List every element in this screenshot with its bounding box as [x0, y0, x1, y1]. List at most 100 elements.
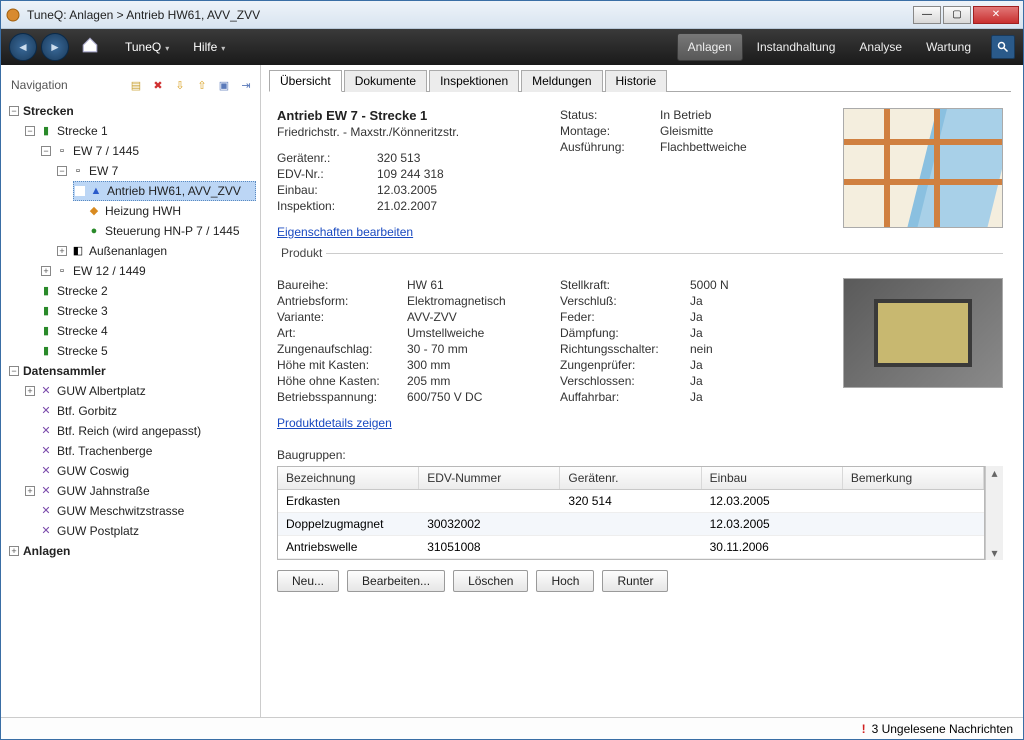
- chevron-down-icon: ▾: [221, 44, 225, 53]
- tree-item[interactable]: ◆Heizung HWH: [9, 201, 256, 221]
- col-bemerkung[interactable]: Bemerkung: [843, 467, 984, 489]
- tree-item[interactable]: ✕GUW Coswig: [9, 461, 256, 481]
- hoch-button[interactable]: Hoch: [536, 570, 594, 592]
- col-bezeichnung[interactable]: Bezeichnung: [278, 467, 419, 489]
- kv-row: Auffahrbar:Ja: [560, 390, 823, 404]
- tree-group-anlagen[interactable]: +Anlagen: [9, 541, 256, 561]
- nav-tree: −Strecken −▮Strecke 1 −▫EW 7 / 1445 −▫EW…: [9, 101, 256, 561]
- tree-item[interactable]: ▮Strecke 5: [9, 341, 256, 361]
- tool-copy-icon[interactable]: ▣: [216, 77, 232, 93]
- tree-item[interactable]: −▫EW 7 / 1445: [9, 141, 256, 161]
- col-einbau[interactable]: Einbau: [702, 467, 843, 489]
- table-row[interactable]: Erdkasten320 51412.03.2005: [278, 490, 984, 513]
- kv-row: Ausführung:Flachbettweiche: [560, 140, 827, 154]
- tab-inspektionen[interactable]: Inspektionen: [429, 70, 519, 92]
- back-button[interactable]: ◄: [9, 33, 37, 61]
- nav-wartung[interactable]: Wartung: [916, 34, 981, 60]
- tool-down-icon[interactable]: ⇩: [172, 77, 188, 93]
- window-title: TuneQ: Anlagen > Antrieb HW61, AVV_ZVV: [27, 8, 913, 22]
- nav-anlagen[interactable]: Anlagen: [677, 33, 743, 61]
- app-icon: [5, 7, 21, 23]
- tree-item[interactable]: ▮Strecke 4: [9, 321, 256, 341]
- tree-item[interactable]: +✕GUW Jahnstraße: [9, 481, 256, 501]
- tree-item[interactable]: −▫EW 7: [9, 161, 256, 181]
- tree-group-strecken[interactable]: −Strecken: [9, 101, 256, 121]
- minimize-button[interactable]: —: [913, 6, 941, 24]
- tree-group-datensammler[interactable]: −Datensammler: [9, 361, 256, 381]
- kv-row: Antriebsform:Elektromagnetisch: [277, 294, 540, 308]
- tree-item[interactable]: ✕Btf. Reich (wird angepasst): [9, 421, 256, 441]
- table-row[interactable]: Antriebswelle3105100830.11.2006: [278, 536, 984, 559]
- tree-item[interactable]: ✕GUW Postplatz: [9, 521, 256, 541]
- tab-uebersicht[interactable]: Übersicht: [269, 70, 342, 92]
- kv-row: Art:Umstellweiche: [277, 326, 540, 340]
- menu-hilfe[interactable]: Hilfe▾: [183, 36, 235, 58]
- product-details-link[interactable]: Produktdetails zeigen: [277, 416, 392, 430]
- kv-row: Variante:AVV-ZVV: [277, 310, 540, 324]
- nav-analyse[interactable]: Analyse: [849, 34, 912, 60]
- neu-button[interactable]: Neu...: [277, 570, 339, 592]
- unread-messages[interactable]: 3 Ungelesene Nachrichten: [872, 722, 1013, 736]
- kv-row: Dämpfung:Ja: [560, 326, 823, 340]
- map-image: [843, 108, 1003, 228]
- tab-historie[interactable]: Historie: [605, 70, 668, 92]
- kv-row: Zungenaufschlag:30 - 70 mm: [277, 342, 540, 356]
- kv-row: Status:In Betrieb: [560, 108, 827, 122]
- chevron-down-icon: ▾: [165, 44, 169, 53]
- tree-item[interactable]: +✕GUW Albertplatz: [9, 381, 256, 401]
- tool-new-icon[interactable]: ▤: [128, 77, 144, 93]
- loeschen-button[interactable]: Löschen: [453, 570, 528, 592]
- nav-instandhaltung[interactable]: Instandhaltung: [747, 34, 846, 60]
- alert-icon: !: [862, 722, 866, 736]
- tabs: Übersicht Dokumente Inspektionen Meldung…: [269, 69, 1011, 92]
- tab-meldungen[interactable]: Meldungen: [521, 70, 602, 92]
- title-bar: TuneQ: Anlagen > Antrieb HW61, AVV_ZVV —…: [1, 1, 1023, 29]
- maximize-button[interactable]: ▢: [943, 6, 971, 24]
- tool-up-icon[interactable]: ⇧: [194, 77, 210, 93]
- status-bar: ! 3 Ungelesene Nachrichten: [1, 717, 1023, 739]
- menu-tuneq[interactable]: TuneQ▾: [115, 36, 179, 58]
- tree-item[interactable]: ▮Strecke 2: [9, 281, 256, 301]
- kv-row: Montage:Gleismitte: [560, 124, 827, 138]
- kv-row: Verschluß:Ja: [560, 294, 823, 308]
- kv-row: Höhe mit Kasten:300 mm: [277, 358, 540, 372]
- kv-row: EDV-Nr.:109 244 318: [277, 167, 544, 181]
- tool-export-icon[interactable]: ⇥: [238, 77, 254, 93]
- table-row[interactable]: Doppelzugmagnet3003200212.03.2005: [278, 513, 984, 536]
- page-subtitle: Friedrichstr. - Maxstr./Könneritzstr.: [277, 125, 544, 139]
- col-geraetenr[interactable]: Gerätenr.: [560, 467, 701, 489]
- kv-row: Betriebsspannung:600/750 V DC: [277, 390, 540, 404]
- tree-item[interactable]: −▮Strecke 1: [9, 121, 256, 141]
- tree-item[interactable]: ▮Strecke 3: [9, 301, 256, 321]
- forward-button[interactable]: ►: [41, 33, 69, 61]
- kv-row: Baureihe:HW 61: [277, 278, 540, 292]
- table-scrollbar[interactable]: ▴▾: [985, 466, 1003, 560]
- assemblies-table: Bezeichnung EDV-Nummer Gerätenr. Einbau …: [277, 466, 985, 560]
- page-title: Antrieb EW 7 - Strecke 1: [277, 108, 544, 123]
- bearbeiten-button[interactable]: Bearbeiten...: [347, 570, 445, 592]
- kv-row: Richtungsschalter:nein: [560, 342, 823, 356]
- col-edv[interactable]: EDV-Nummer: [419, 467, 560, 489]
- main-panel: Übersicht Dokumente Inspektionen Meldung…: [261, 65, 1023, 717]
- tree-item[interactable]: ✕GUW Meschwitzstrasse: [9, 501, 256, 521]
- tree-item-selected[interactable]: ▲Antrieb HW61, AVV_ZVV: [73, 181, 256, 201]
- kv-row: Verschlossen:Ja: [560, 374, 823, 388]
- search-button[interactable]: [991, 35, 1015, 59]
- product-photo: [843, 278, 1003, 388]
- tree-item[interactable]: ●Steuerung HN-P 7 / 1445: [9, 221, 256, 241]
- close-button[interactable]: ✕: [973, 6, 1019, 24]
- kv-row: Gerätenr.:320 513: [277, 151, 544, 165]
- tree-item[interactable]: ✕Btf. Trachenberge: [9, 441, 256, 461]
- tree-item[interactable]: +▫EW 12 / 1449: [9, 261, 256, 281]
- runter-button[interactable]: Runter: [602, 570, 668, 592]
- tool-delete-icon[interactable]: ✖: [150, 77, 166, 93]
- tree-item[interactable]: ✕Btf. Gorbitz: [9, 401, 256, 421]
- tree-item[interactable]: +◧Außenanlagen: [9, 241, 256, 261]
- tab-dokumente[interactable]: Dokumente: [344, 70, 427, 92]
- kv-row: Höhe ohne Kasten:205 mm: [277, 374, 540, 388]
- edit-properties-link[interactable]: Eigenschaften bearbeiten: [277, 225, 413, 239]
- kv-row: Zungenprüfer:Ja: [560, 358, 823, 372]
- sidebar: Navigation ▤ ✖ ⇩ ⇧ ▣ ⇥ −Strecken −▮Strec…: [1, 65, 261, 717]
- assemblies-label: Baugruppen:: [277, 448, 1003, 462]
- home-button[interactable]: [81, 36, 103, 58]
